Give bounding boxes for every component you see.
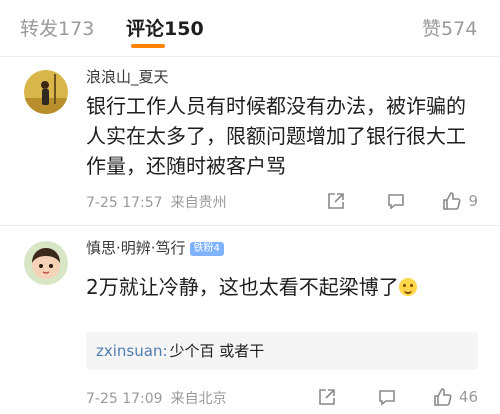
comment-icon (377, 387, 397, 407)
comment-username[interactable]: 慎思·明辨·笃行 铁粉4 (86, 237, 224, 258)
comment-username[interactable]: 浪浪山_夏天 (86, 66, 169, 87)
reply-text: 少个百 或者干 (169, 342, 265, 360)
comment-actions: 9 (326, 188, 478, 214)
comment-time: 7-25 17:09 (86, 391, 163, 407)
tab-likes[interactable]: 赞574 (422, 14, 477, 41)
tab-comments[interactable]: 评论150 (126, 14, 204, 41)
reply-button[interactable] (386, 191, 406, 211)
comment-username-text: 慎思·明辨·笃行 (86, 239, 186, 257)
fan-badge: 铁粉4 (189, 242, 224, 256)
avatar[interactable] (24, 70, 68, 114)
comment-tabs: 转发173 评论150 赞574 (0, 0, 500, 56)
avatar[interactable] (24, 241, 68, 285)
comment-icon (386, 191, 406, 211)
comment-separator (0, 225, 500, 226)
thumbs-up-icon (433, 387, 453, 407)
comment-text: 2万就让冷静，这也太看不起梁博了 (86, 272, 481, 302)
tab-reposts-count: 173 (58, 18, 95, 40)
share-button[interactable] (317, 387, 337, 407)
tab-reposts-label: 转发 (20, 18, 59, 40)
comment-time: 7-25 17:57 (86, 195, 163, 211)
share-icon (326, 191, 346, 211)
like-count: 9 (468, 192, 478, 210)
reply-button[interactable] (377, 387, 397, 407)
tab-likes-count: 574 (441, 18, 478, 40)
tab-comments-label: 评论 (126, 18, 165, 40)
reply-username[interactable]: zxinsuan: (96, 342, 168, 360)
tabs-divider (0, 56, 500, 57)
reply-preview[interactable]: zxinsuan: 少个百 或者干 (86, 332, 478, 370)
thumbs-up-icon (442, 191, 462, 211)
comment-location: 来自贵州 (170, 195, 227, 211)
comment-actions: 46 (317, 384, 478, 410)
like-count: 46 (458, 388, 478, 406)
tab-comments-count: 150 (164, 18, 204, 40)
comment-text-body: 2万就让冷静，这也太看不起梁博了 (86, 275, 399, 299)
smile-emoji-icon (398, 278, 417, 296)
like-button[interactable]: 46 (433, 387, 478, 407)
like-button[interactable]: 9 (442, 191, 478, 211)
share-icon (317, 387, 337, 407)
comment-meta: 7-25 17:57 来自贵州 (86, 192, 227, 212)
comment-meta: 7-25 17:09 来自北京 (86, 388, 227, 408)
comment-text: 银行工作人员有时候都没有办法，被诈骗的人实在太多了，限额问题增加了银行很大工作量… (86, 94, 466, 178)
share-button[interactable] (326, 191, 346, 211)
tab-reposts[interactable]: 转发173 (20, 14, 94, 41)
comment-location: 来自北京 (170, 391, 227, 407)
active-tab-indicator (131, 44, 165, 48)
tab-likes-label: 赞 (422, 18, 442, 40)
